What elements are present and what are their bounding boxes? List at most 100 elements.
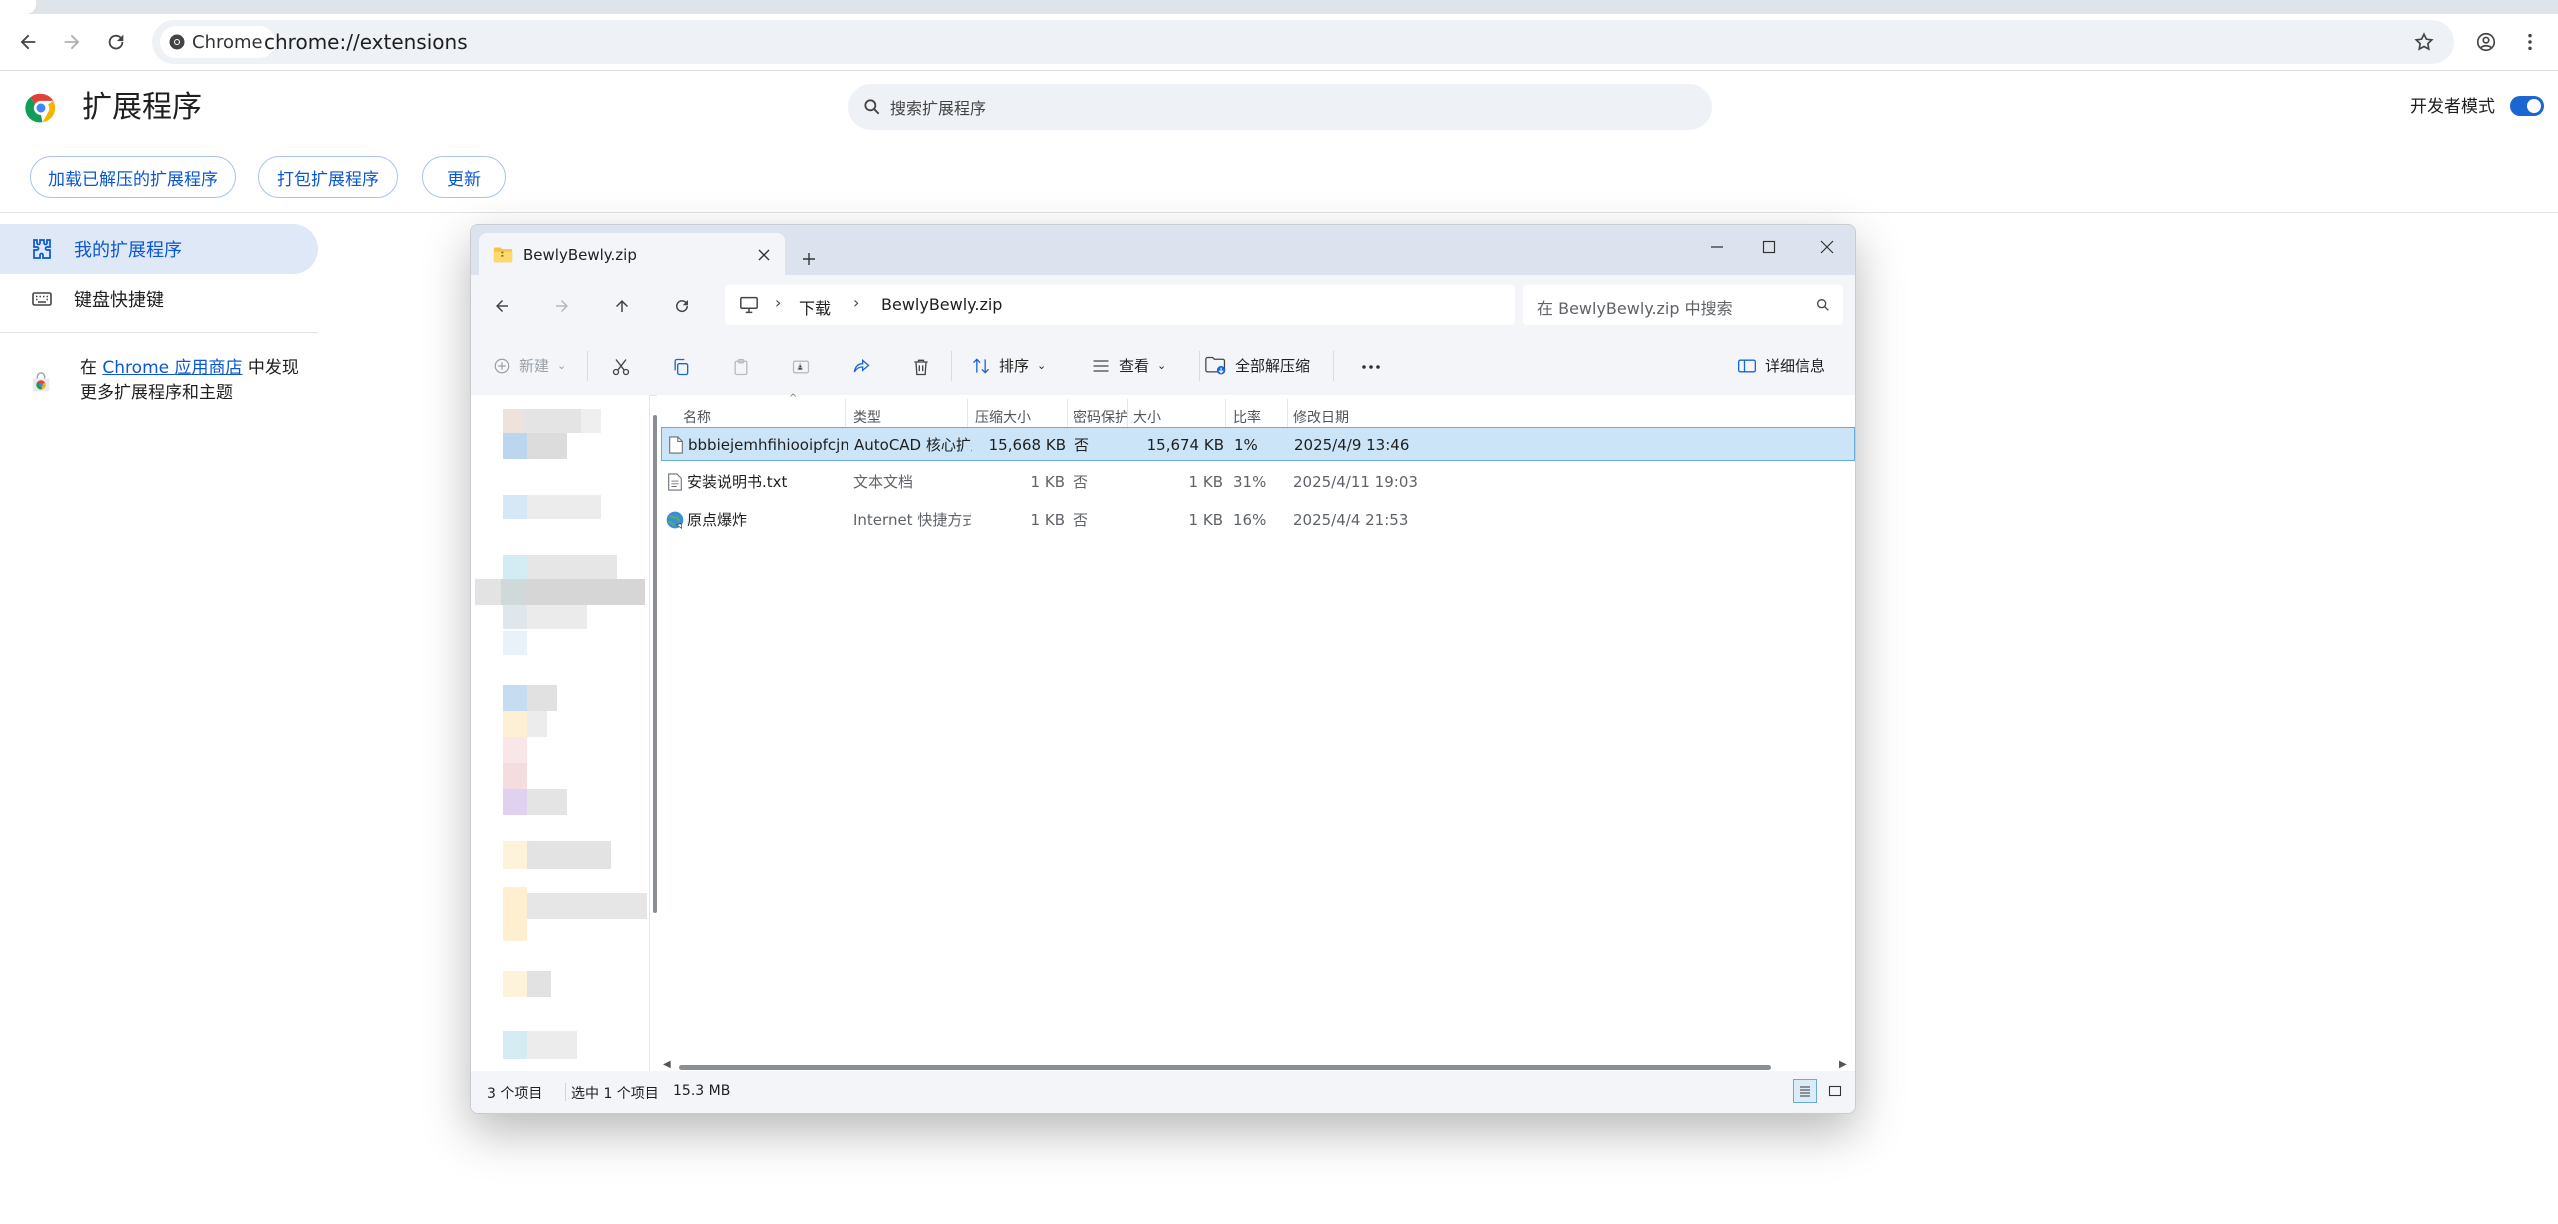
up-arrow-icon[interactable] bbox=[613, 297, 631, 315]
pack-extension-button[interactable]: 打包扩展程序 bbox=[258, 156, 398, 198]
site-chip-label: Chrome bbox=[192, 31, 263, 53]
scroll-right-icon[interactable]: ▶ bbox=[1839, 1059, 1847, 1070]
more-options-icon[interactable] bbox=[1359, 357, 1383, 377]
search-icon bbox=[864, 99, 880, 115]
chevron-down-icon: ⌄ bbox=[1037, 359, 1047, 372]
file-compressed: 1 KB bbox=[1030, 473, 1065, 491]
file-type: AutoCAD 核心扩展 bbox=[854, 436, 972, 454]
extract-all-button[interactable]: 全部解压缩 bbox=[1205, 355, 1310, 376]
file-size: 15,674 KB bbox=[1146, 436, 1224, 454]
view-list-icon bbox=[1093, 359, 1109, 372]
path-bar[interactable]: › 下载 › BewlyBewly.zip bbox=[725, 285, 1515, 325]
puzzle-icon bbox=[33, 239, 51, 259]
rename-icon[interactable] bbox=[791, 357, 811, 377]
new-button-label: 新建 bbox=[519, 357, 550, 375]
details-view-icon bbox=[1800, 1086, 1810, 1097]
extract-all-label: 全部解压缩 bbox=[1235, 357, 1311, 375]
refresh-icon[interactable] bbox=[673, 297, 691, 315]
url-text[interactable]: chrome://extensions bbox=[264, 27, 468, 57]
forward-arrow-icon[interactable] bbox=[553, 297, 571, 315]
breadcrumb-chevron-icon: › bbox=[853, 293, 860, 312]
details-view-button[interactable] bbox=[1793, 1079, 1817, 1103]
file-modified: 2025/4/11 19:03 bbox=[1293, 473, 1418, 491]
item-count: 3 个项目 bbox=[487, 1086, 543, 1102]
col-password[interactable]: 密码保护 bbox=[1073, 407, 1129, 427]
new-button[interactable]: 新建 ⌄ bbox=[493, 355, 566, 376]
view-button[interactable]: 查看 ⌄ bbox=[1091, 355, 1166, 376]
forward-button[interactable] bbox=[52, 22, 92, 62]
page-title: 扩展程序 bbox=[82, 90, 202, 125]
address-bar[interactable] bbox=[152, 20, 2454, 64]
file-password: 否 bbox=[1073, 473, 1089, 491]
col-ratio[interactable]: 比率 bbox=[1233, 407, 1261, 427]
site-chip[interactable]: Chrome bbox=[160, 26, 275, 58]
command-separator bbox=[951, 351, 952, 381]
col-modified[interactable]: 修改日期 bbox=[1293, 407, 1349, 427]
navigation-pane[interactable] bbox=[471, 395, 650, 1071]
profile-button[interactable] bbox=[2466, 22, 2506, 62]
new-tab-icon[interactable] bbox=[801, 251, 817, 267]
sort-button[interactable]: 排序 ⌄ bbox=[971, 355, 1046, 376]
search-icon bbox=[1817, 299, 1829, 311]
kebab-menu-icon bbox=[2528, 33, 2532, 51]
load-unpacked-button[interactable]: 加载已解压的扩展程序 bbox=[30, 156, 236, 198]
share-icon[interactable] bbox=[851, 357, 871, 377]
star-icon bbox=[2414, 32, 2434, 51]
close-window-icon[interactable] bbox=[1819, 239, 1835, 255]
file-size: 1 KB bbox=[1188, 511, 1223, 529]
update-button[interactable]: 更新 bbox=[422, 156, 506, 198]
chrome-icon bbox=[169, 34, 185, 50]
dev-mode-toggle[interactable] bbox=[2510, 96, 2544, 116]
file-row[interactable]: 安装说明书.txt 文本文档 1 KB 否 1 KB 31% 2025/4/11… bbox=[661, 465, 1855, 499]
file-size: 1 KB bbox=[1188, 473, 1223, 491]
status-separator bbox=[565, 1083, 566, 1101]
zip-folder-icon bbox=[493, 247, 513, 263]
file-name: 安装说明书.txt bbox=[687, 473, 788, 491]
file-compressed: 15,668 KB bbox=[988, 436, 1066, 454]
nav-my-extensions[interactable]: 我的扩展程序 bbox=[30, 236, 182, 262]
cut-icon[interactable] bbox=[611, 357, 631, 377]
col-name[interactable]: 名称 bbox=[683, 407, 711, 427]
col-compressed[interactable]: 压缩大小 bbox=[975, 407, 1031, 427]
back-button[interactable] bbox=[8, 22, 48, 62]
sort-asc-icon: ^ bbox=[789, 393, 798, 404]
reload-icon bbox=[108, 34, 124, 50]
back-arrow-icon[interactable] bbox=[493, 297, 511, 315]
toolbar-divider bbox=[0, 70, 2558, 71]
explorer-search[interactable]: 在 BewlyBewly.zip 中搜索 bbox=[1523, 285, 1843, 325]
web-store-link[interactable]: Chrome 应用商店 bbox=[102, 358, 242, 378]
arrow-right-icon bbox=[64, 34, 80, 50]
nav-keyboard-shortcuts[interactable]: 键盘快捷键 bbox=[30, 286, 164, 312]
bookmark-button[interactable] bbox=[2404, 22, 2444, 62]
file-row[interactable]: 原点爆炸 Internet 快捷方式 1 KB 否 1 KB 16% 2025/… bbox=[661, 503, 1855, 537]
menu-button[interactable] bbox=[2510, 22, 2550, 62]
file-icon bbox=[669, 436, 683, 454]
computer-icon bbox=[740, 296, 758, 314]
delete-icon[interactable] bbox=[911, 357, 931, 377]
nav-my-extensions-label: 我的扩展程序 bbox=[74, 240, 182, 261]
minimize-icon[interactable] bbox=[1709, 239, 1725, 255]
web-store-prefix: 在 bbox=[80, 358, 97, 378]
extensions-search[interactable]: 搜索扩展程序 bbox=[848, 84, 1712, 130]
scroll-left-icon[interactable]: ◀ bbox=[663, 1059, 671, 1070]
col-type[interactable]: 类型 bbox=[853, 407, 881, 427]
paste-icon[interactable] bbox=[731, 357, 751, 377]
col-size[interactable]: 大小 bbox=[1133, 407, 1161, 427]
chevron-down-icon: ⌄ bbox=[1157, 359, 1167, 372]
maximize-icon[interactable] bbox=[1761, 239, 1777, 255]
details-button[interactable]: 详细信息 bbox=[1737, 355, 1825, 376]
copy-icon[interactable] bbox=[671, 357, 691, 377]
file-type: 文本文档 bbox=[853, 473, 914, 491]
horizontal-scrollbar[interactable] bbox=[679, 1065, 1771, 1070]
close-tab-icon[interactable] bbox=[757, 248, 771, 262]
breadcrumb-zip[interactable]: BewlyBewly.zip bbox=[881, 295, 1002, 314]
explorer-tab[interactable]: BewlyBewly.zip bbox=[479, 233, 785, 277]
reload-button[interactable] bbox=[96, 22, 136, 62]
breadcrumb-downloads[interactable]: 下载 bbox=[799, 295, 831, 319]
file-row[interactable]: bbbiejemhfihiooipfcjmjmbfdm... AutoCAD 核… bbox=[661, 427, 1855, 461]
tiles-view-button[interactable] bbox=[1823, 1079, 1847, 1103]
nav-divider bbox=[0, 332, 318, 333]
sort-icon bbox=[973, 357, 989, 374]
web-store-promo: 在 Chrome 应用商店 中发现更多扩展程序和主题 bbox=[80, 356, 300, 406]
chrome-logo-icon bbox=[25, 93, 56, 123]
